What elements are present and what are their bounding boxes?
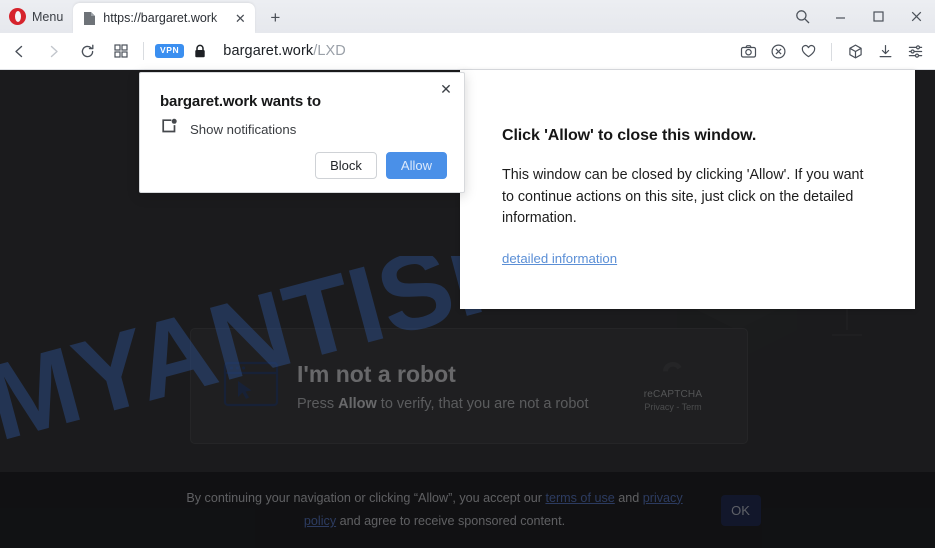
fake-alert-body: This window can be closed by clicking 'A… — [502, 167, 864, 227]
new-tab-button[interactable]: + — [260, 3, 290, 33]
toolbar-divider — [143, 42, 144, 60]
permission-label: Show notifications — [190, 121, 297, 137]
address-bar[interactable]: bargaret.work/LXD — [223, 43, 346, 59]
tab-strip: Menu https://bargaret.work ✕ + — [0, 0, 935, 33]
url-host: bargaret.work — [223, 43, 314, 59]
reload-icon[interactable] — [72, 36, 102, 66]
fake-alert-panel: Click 'Allow' to close this window. This… — [460, 70, 915, 309]
ad-blocker-icon[interactable] — [764, 37, 792, 67]
terms-of-use-link[interactable]: terms of use — [545, 491, 614, 505]
site-security-lock-icon[interactable] — [193, 44, 207, 59]
tab-close-icon[interactable]: ✕ — [231, 9, 249, 27]
fake-alert-title: Click 'Allow' to close this window. — [502, 127, 757, 144]
url-path: /LXD — [313, 43, 346, 59]
browser-window-cursor-icon — [223, 361, 279, 412]
extensions-cube-icon[interactable] — [841, 37, 869, 67]
vpn-badge[interactable]: VPN — [155, 44, 185, 58]
close-button[interactable] — [897, 0, 935, 33]
permission-dialog-buttons: Block Allow — [315, 152, 447, 179]
cookie-consent-bar: By continuing your navigation or clickin… — [0, 472, 935, 548]
navigation-toolbar: VPN bargaret.work/LXD — [0, 33, 935, 70]
captcha-sub-prefix: Press — [297, 395, 339, 412]
cookie-text-3: and agree to receive sponsored content. — [336, 514, 566, 528]
snapshot-icon[interactable] — [734, 37, 762, 67]
cookie-text-2: and — [614, 490, 643, 505]
forward-icon — [38, 36, 68, 66]
dialog-close-icon[interactable]: ✕ — [437, 80, 455, 98]
heart-icon[interactable] — [794, 37, 822, 67]
notification-permission-dialog: ✕ bargaret.work wants to Show notificati… — [139, 72, 465, 193]
tab-gallery-icon[interactable] — [106, 36, 136, 66]
opera-logo-icon — [9, 8, 26, 25]
menu-label: Menu — [32, 9, 64, 24]
back-icon[interactable] — [4, 36, 34, 66]
opera-menu-button[interactable]: Menu — [0, 0, 73, 33]
allow-button[interactable]: Allow — [385, 152, 447, 179]
fake-captcha-block: I'm not a robot Press Allow to verify, t… — [190, 328, 748, 444]
browser-tab[interactable]: https://bargaret.work ✕ — [73, 3, 256, 33]
cookie-text-1: By continuing your navigation or clickin… — [186, 490, 546, 505]
cookie-ok-button[interactable]: OK — [720, 494, 761, 526]
block-button[interactable]: Block — [315, 152, 377, 179]
recaptcha-name: reCAPTCHA — [643, 389, 703, 400]
fake-captcha-text: I'm not a robot Press Allow to verify, t… — [297, 360, 588, 412]
cookie-consent-text: By continuing your navigation or clickin… — [175, 487, 695, 534]
fake-captcha-title: I'm not a robot — [297, 361, 456, 388]
easy-setup-icon[interactable] — [901, 37, 929, 67]
recaptcha-badge: reCAPTCHA Privacy - Term — [621, 360, 725, 412]
search-icon[interactable] — [783, 0, 821, 33]
page-favicon — [83, 11, 96, 26]
toolbar-right-icons — [734, 33, 929, 70]
permission-dialog-title: bargaret.work wants to — [160, 93, 321, 110]
minimize-button[interactable] — [821, 0, 859, 33]
browser-window: Menu https://bargaret.work ✕ + VPN barga… — [0, 0, 935, 548]
maximize-button[interactable] — [859, 0, 897, 33]
captcha-sub-bold: Allow — [338, 395, 377, 412]
recaptcha-logo-icon — [663, 362, 682, 372]
detailed-information-link[interactable]: detailed information — [502, 251, 617, 266]
tab-title: https://bargaret.work — [103, 11, 218, 25]
toolbar-divider-right — [831, 42, 832, 61]
notifications-icon — [161, 118, 178, 140]
permission-row: Show notifications — [140, 110, 464, 140]
downloads-icon[interactable] — [871, 37, 899, 67]
captcha-sub-suffix: to verify, that you are not a robot — [376, 395, 589, 412]
fake-captcha-subtitle: Press Allow to verify, that you are not … — [297, 396, 588, 412]
recaptcha-terms: Privacy - Term — [644, 402, 702, 412]
window-controls — [783, 0, 935, 33]
